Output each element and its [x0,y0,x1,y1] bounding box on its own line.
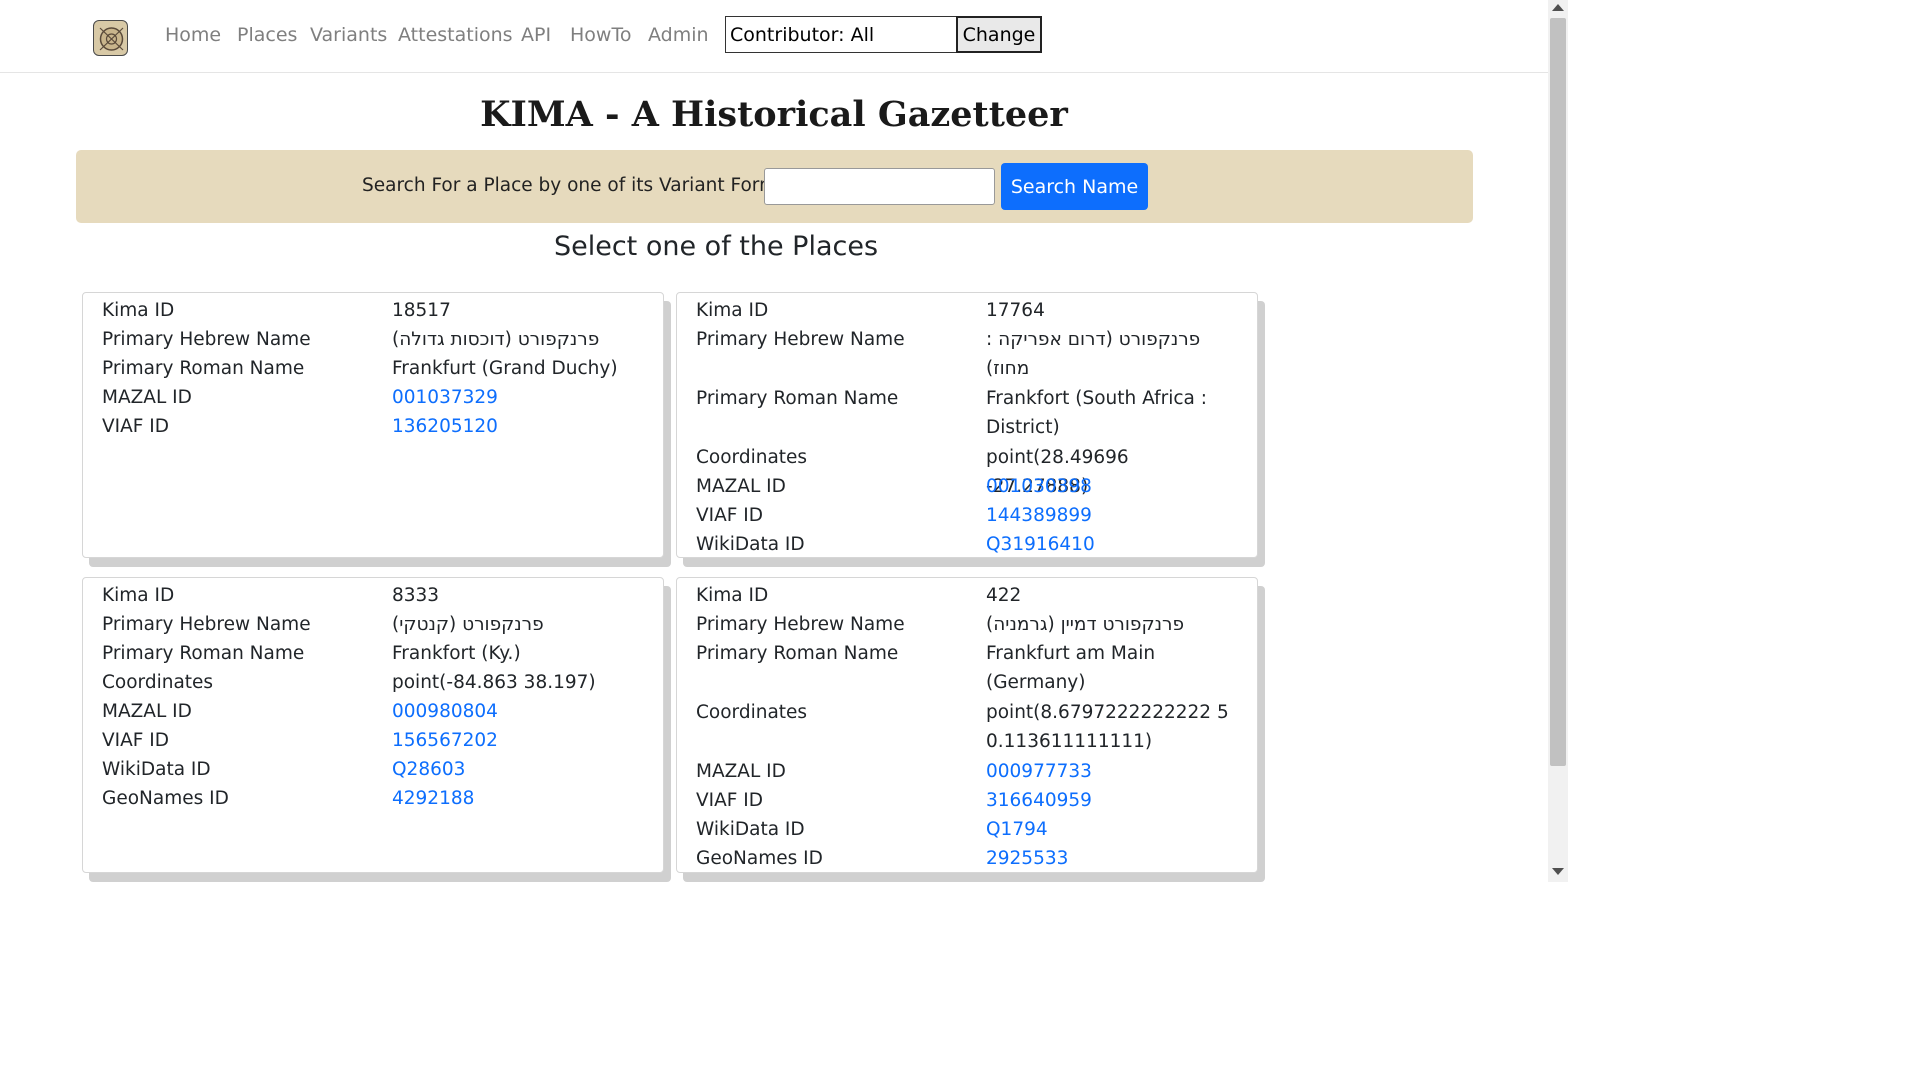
field-label: Primary Roman Name [696,643,899,664]
kima-id-value: 8333 [392,585,440,606]
scrollbar-thumb[interactable] [1550,18,1566,766]
viaf-id-link[interactable]: 156567202 [392,726,637,755]
field-label: Coordinates [102,672,214,693]
navbar: Home Places Variants Attestations API Ho… [0,0,1548,73]
roman-name-value: Frankfurt am Main (Germany) [986,643,1156,694]
mazal-id-link[interactable]: 001037329 [392,383,637,412]
viaf-id-link[interactable]: 144389899 [986,501,1231,530]
section-title: Select one of the Places [553,231,879,262]
scroll-down-arrow-icon[interactable] [1552,868,1564,875]
nav-link-admin[interactable]: Admin [648,23,709,47]
page-title: KIMA - A Historical Gazetteer [480,94,1068,135]
hebrew-name-value: פרנקפורט דמיין (גרמניה) [986,614,1184,635]
geonames-id-link[interactable]: 4292188 [392,784,637,813]
nav-link-home[interactable]: Home [165,23,221,47]
wikidata-id-link[interactable]: Q1794 [986,815,1231,844]
field-label: Kima ID [102,300,175,321]
field-label: Primary Roman Name [102,358,305,379]
nav-link-places[interactable]: Places [237,23,297,47]
field-label: Primary Hebrew Name [102,329,311,350]
mazal-id-link[interactable]: 000980804 [392,697,637,726]
field-label: WikiData ID [696,534,805,555]
field-label: VIAF ID [696,790,763,811]
contributor-input[interactable] [725,16,957,53]
field-label: VIAF ID [102,416,169,437]
field-label: WikiData ID [102,759,211,780]
hebrew-name-value: פרנקפורט (קנטקי) [392,614,544,635]
scroll-up-arrow-icon[interactable] [1552,4,1564,11]
field-label: GeoNames ID [102,788,229,809]
place-card[interactable]: Kima ID 18517 Primary Hebrew Name פרנקפורט… [82,292,664,558]
roman-name-value: Frankfurt (Grand Duchy) [392,358,618,379]
nav-link-api[interactable]: API [521,23,551,47]
nav-link-howto[interactable]: HowTo [570,23,631,47]
geonames-id-link[interactable]: 2925533 [986,844,1231,873]
roman-name-value: Frankfort (Ky.) [392,643,521,664]
mazal-id-link[interactable]: 001030398 [986,472,1231,501]
search-label: Search For a Place by one of its Variant… [362,175,793,196]
field-label: Coordinates [696,702,808,723]
field-label: Primary Hebrew Name [696,329,905,350]
place-card[interactable]: Kima ID 17764 Primary Hebrew Name פרנקפורט… [676,292,1258,558]
field-label: Primary Hebrew Name [102,614,311,635]
nav-link-variants[interactable]: Variants [310,23,387,47]
place-card[interactable]: Kima ID 8333 Primary Hebrew Name פרנקפורט … [82,577,664,873]
field-label: MAZAL ID [696,761,786,782]
kima-logo-icon[interactable] [93,20,128,56]
viaf-id-link[interactable]: 136205120 [392,412,637,441]
kima-id-value: 422 [986,585,1022,606]
search-name-button[interactable]: Search Name [1001,163,1148,210]
field-label: VIAF ID [696,505,763,526]
hebrew-name-value: פרנקפורט (דוכסות גדולה) [392,329,600,350]
field-label: Kima ID [696,585,769,606]
field-label: Primary Roman Name [696,388,899,409]
field-label: WikiData ID [696,819,805,840]
field-label: Kima ID [696,300,769,321]
nav-link-attestations[interactable]: Attestations [398,23,513,47]
roman-name-value: Frankfort (South Africa : District) [986,388,1207,439]
wikidata-id-link[interactable]: Q28603 [392,755,637,784]
kima-id-value: 17764 [986,300,1045,321]
variant-search-input[interactable] [764,168,995,205]
coordinates-value: point(-84.863 38.197) [392,672,596,693]
hebrew-name-value: פרנקפורט (דרום אפריקה : מחוז) [986,329,1201,380]
field-label: MAZAL ID [102,387,192,408]
coordinates-value: point(8.6797222222222 50.113611111111) [986,702,1229,753]
wikidata-id-link[interactable]: Q31916410 [986,530,1231,559]
change-contributor-button[interactable]: Change [956,16,1042,53]
field-label: GeoNames ID [696,848,823,869]
field-label: MAZAL ID [696,476,786,497]
kima-id-value: 18517 [392,300,451,321]
field-label: VIAF ID [102,730,169,751]
place-card[interactable]: Kima ID 422 Primary Hebrew Name פרנקפורט ד… [676,577,1258,873]
field-label: MAZAL ID [102,701,192,722]
field-label: Coordinates [696,447,808,468]
field-label: Primary Roman Name [102,643,305,664]
mazal-id-link[interactable]: 000977733 [986,757,1231,786]
viaf-id-link[interactable]: 316640959 [986,786,1231,815]
field-label: Primary Hebrew Name [696,614,905,635]
field-label: Kima ID [102,585,175,606]
